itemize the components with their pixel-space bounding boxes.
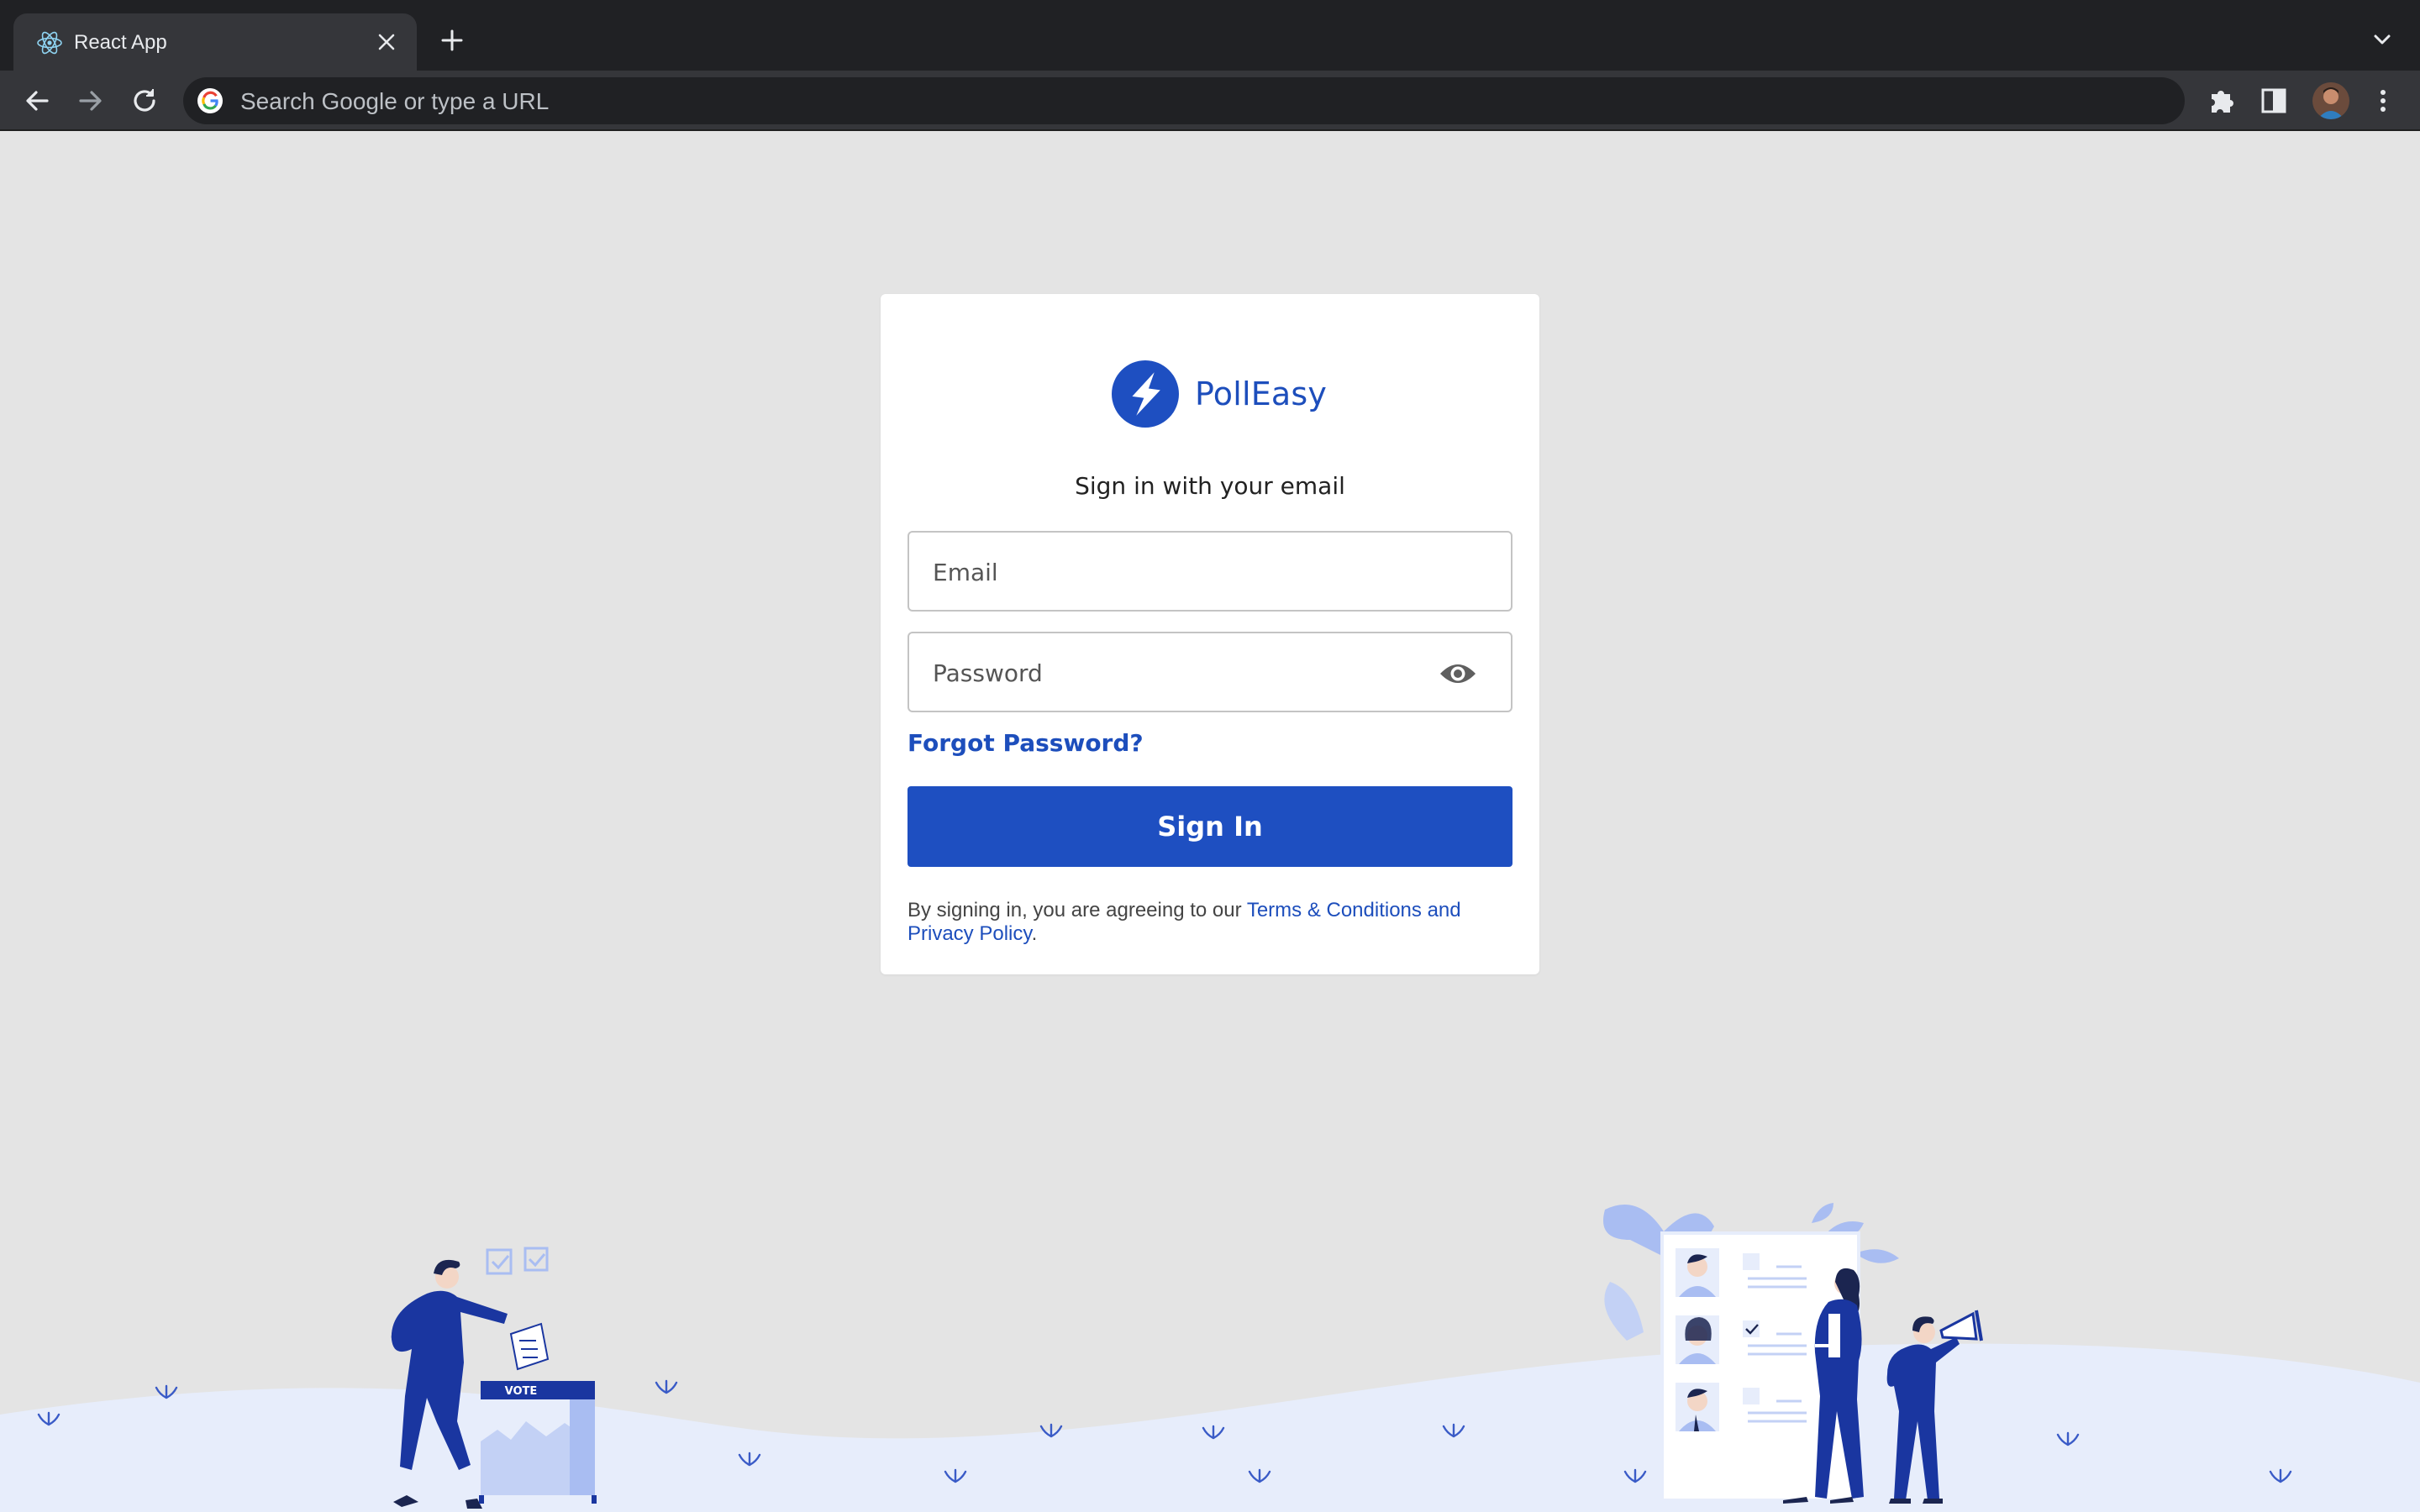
legal-suffix: .	[1031, 922, 1038, 945]
close-icon	[378, 34, 395, 50]
reload-icon[interactable]	[128, 84, 161, 118]
password-field[interactable]	[908, 632, 1512, 712]
svg-text:VOTE: VOTE	[505, 1385, 538, 1398]
forward-arrow-icon[interactable]	[74, 84, 108, 118]
side-panel-icon[interactable]	[2255, 82, 2292, 119]
profile-photo	[2312, 82, 2349, 119]
lightning-bolt-icon	[1112, 360, 1179, 428]
google-icon	[197, 88, 223, 113]
browser-toolbar	[0, 71, 2420, 131]
sign-in-button[interactable]: Sign In	[908, 786, 1512, 867]
chevron-down-icon[interactable]	[2370, 27, 2395, 52]
omnibox-input[interactable]	[239, 77, 2091, 126]
eye-icon[interactable]	[1439, 659, 1477, 689]
brand-name: PollEasy	[1195, 375, 1328, 412]
omnibox[interactable]	[183, 77, 2185, 126]
ground-hill	[0, 1343, 2420, 1512]
email-field[interactable]	[908, 531, 1512, 612]
legal-notice: By signing in, you are agreeing to our T…	[908, 899, 1512, 946]
page-viewport: VOTE PollEasy Sign in with your email Em…	[0, 131, 2420, 1512]
back-arrow-icon[interactable]	[20, 84, 54, 118]
plus-icon	[441, 29, 463, 51]
tab-title: React App	[74, 31, 167, 54]
email-input[interactable]	[931, 533, 1405, 612]
legal-text: By signing in, you are agreeing to our	[908, 899, 1247, 921]
avatar[interactable]	[2312, 82, 2349, 119]
ballot-box: VOTE	[479, 1381, 597, 1504]
signin-subtitle: Sign in with your email	[1075, 472, 1345, 500]
password-input[interactable]	[931, 633, 1405, 712]
login-card: PollEasy Sign in with your email Forgot …	[881, 294, 1539, 974]
browser-tab[interactable]: React App	[13, 13, 417, 71]
brand: PollEasy	[1111, 360, 1327, 428]
new-tab-button[interactable]	[435, 24, 469, 57]
kebab-menu-icon[interactable]	[2365, 82, 2402, 119]
forgot-password-link[interactable]: Forgot Password?	[908, 729, 1144, 757]
react-icon	[37, 31, 62, 55]
close-tab-button[interactable]	[371, 27, 402, 57]
browser-tab-bar: React App	[0, 0, 2420, 71]
puzzle-icon[interactable]	[2203, 82, 2240, 119]
